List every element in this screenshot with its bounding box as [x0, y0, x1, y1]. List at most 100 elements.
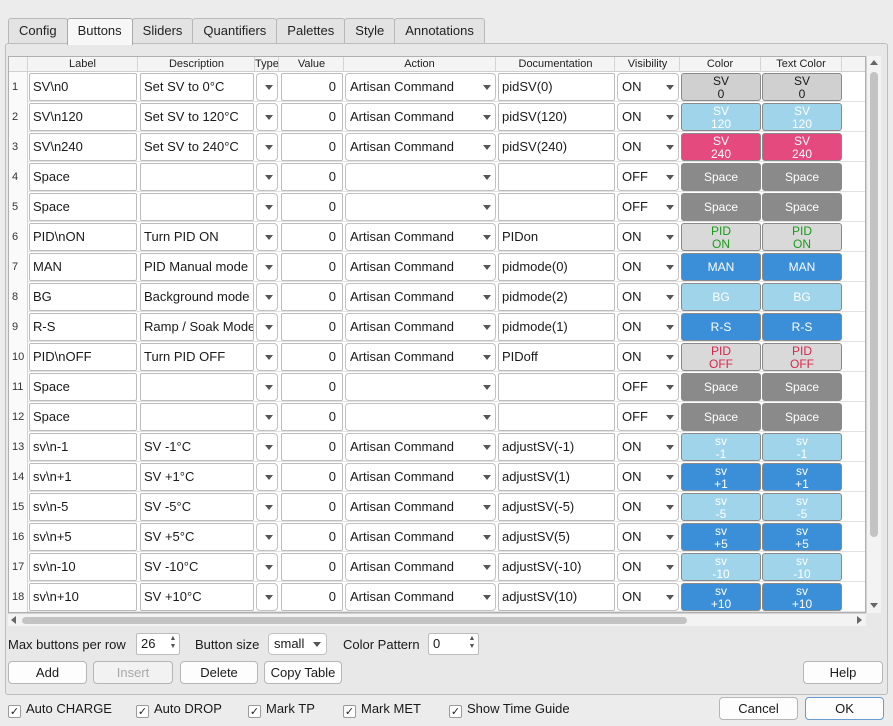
label-field[interactable]: Space: [29, 403, 137, 431]
label-field[interactable]: MAN: [29, 253, 137, 281]
column-header-documentation[interactable]: Documentation: [497, 57, 615, 72]
label-field[interactable]: Space: [29, 373, 137, 401]
label-field[interactable]: R-S: [29, 313, 137, 341]
type-select[interactable]: [256, 163, 278, 191]
documentation-field[interactable]: pidmode(0): [498, 253, 615, 281]
text-color-swatch-button[interactable]: SV 240: [762, 133, 842, 161]
visibility-select[interactable]: OFF: [617, 403, 679, 431]
horizontal-scroll-thumb[interactable]: [22, 617, 687, 624]
type-select[interactable]: [256, 463, 278, 491]
type-select[interactable]: [256, 553, 278, 581]
text-color-swatch-button[interactable]: sv -5: [762, 493, 842, 521]
delete-button[interactable]: Delete: [180, 661, 258, 684]
color-swatch-button[interactable]: sv -10: [681, 553, 761, 581]
documentation-field[interactable]: pidmode(2): [498, 283, 615, 311]
tab-style[interactable]: Style: [344, 18, 396, 44]
label-field[interactable]: Space: [29, 163, 137, 191]
checkmark-icon[interactable]: ✓: [248, 705, 261, 718]
tab-annotations[interactable]: Annotations: [394, 18, 485, 44]
value-field[interactable]: 0: [281, 343, 343, 371]
description-field[interactable]: [140, 373, 254, 401]
visibility-select[interactable]: OFF: [617, 193, 679, 221]
value-field[interactable]: 0: [281, 403, 343, 431]
type-select[interactable]: [256, 193, 278, 221]
action-select[interactable]: [345, 373, 496, 401]
text-color-swatch-button[interactable]: sv +1: [762, 463, 842, 491]
text-color-swatch-button[interactable]: R-S: [762, 313, 842, 341]
description-field[interactable]: Set SV to 0°C: [140, 73, 254, 101]
documentation-field[interactable]: pidSV(120): [498, 103, 615, 131]
description-field[interactable]: SV +5°C: [140, 523, 254, 551]
color-swatch-button[interactable]: sv -5: [681, 493, 761, 521]
color-swatch-button[interactable]: SV 240: [681, 133, 761, 161]
description-field[interactable]: Set SV to 120°C: [140, 103, 254, 131]
checkmark-icon[interactable]: ✓: [343, 705, 356, 718]
checkmark-icon[interactable]: ✓: [449, 705, 462, 718]
text-color-swatch-button[interactable]: Space: [762, 193, 842, 221]
vertical-scrollbar[interactable]: [866, 56, 881, 613]
documentation-field[interactable]: adjustSV(-10): [498, 553, 615, 581]
button-size-select[interactable]: small: [268, 633, 327, 655]
documentation-field[interactable]: pidmode(1): [498, 313, 615, 341]
value-field[interactable]: 0: [281, 193, 343, 221]
text-color-swatch-button[interactable]: PID OFF: [762, 343, 842, 371]
color-swatch-button[interactable]: R-S: [681, 313, 761, 341]
visibility-select[interactable]: ON: [617, 223, 679, 251]
description-field[interactable]: Ramp / Soak Mode: [140, 313, 254, 341]
description-field[interactable]: SV -10°C: [140, 553, 254, 581]
color-swatch-button[interactable]: sv +1: [681, 463, 761, 491]
value-field[interactable]: 0: [281, 283, 343, 311]
value-field[interactable]: 0: [281, 253, 343, 281]
type-select[interactable]: [256, 133, 278, 161]
action-select[interactable]: [345, 193, 496, 221]
type-select[interactable]: [256, 403, 278, 431]
checkmark-icon[interactable]: ✓: [8, 705, 21, 718]
color-swatch-button[interactable]: sv +5: [681, 523, 761, 551]
documentation-field[interactable]: adjustSV(5): [498, 523, 615, 551]
color-swatch-button[interactable]: sv -1: [681, 433, 761, 461]
action-select[interactable]: Artisan Command: [345, 493, 496, 521]
text-color-swatch-button[interactable]: sv +5: [762, 523, 842, 551]
documentation-field[interactable]: [498, 193, 615, 221]
description-field[interactable]: Turn PID OFF: [140, 343, 254, 371]
action-select[interactable]: Artisan Command: [345, 463, 496, 491]
spin-arrows-icon[interactable]: ▲ ▼: [467, 635, 477, 653]
visibility-select[interactable]: ON: [617, 553, 679, 581]
column-header-text-color[interactable]: Text Color: [761, 57, 842, 72]
description-field[interactable]: [140, 403, 254, 431]
type-select[interactable]: [256, 253, 278, 281]
documentation-field[interactable]: [498, 163, 615, 191]
description-field[interactable]: [140, 163, 254, 191]
cancel-button[interactable]: Cancel: [719, 697, 798, 720]
scroll-left-arrow[interactable]: [11, 616, 16, 624]
description-field[interactable]: Turn PID ON: [140, 223, 254, 251]
action-select[interactable]: Artisan Command: [345, 343, 496, 371]
add-button[interactable]: Add: [8, 661, 87, 684]
horizontal-scrollbar[interactable]: [8, 613, 866, 626]
documentation-field[interactable]: adjustSV(-5): [498, 493, 615, 521]
color-swatch-button[interactable]: Space: [681, 403, 761, 431]
label-field[interactable]: sv\n+1: [29, 463, 137, 491]
type-select[interactable]: [256, 493, 278, 521]
type-select[interactable]: [256, 313, 278, 341]
spin-arrows-icon[interactable]: ▲ ▼: [168, 635, 178, 653]
tab-sliders[interactable]: Sliders: [131, 18, 194, 44]
label-field[interactable]: sv\n+5: [29, 523, 137, 551]
color-swatch-button[interactable]: SV 120: [681, 103, 761, 131]
tab-buttons[interactable]: Buttons: [66, 18, 133, 45]
description-field[interactable]: SV -5°C: [140, 493, 254, 521]
value-field[interactable]: 0: [281, 133, 343, 161]
visibility-select[interactable]: OFF: [617, 373, 679, 401]
visibility-select[interactable]: OFF: [617, 163, 679, 191]
documentation-field[interactable]: [498, 373, 615, 401]
type-select[interactable]: [256, 343, 278, 371]
checkmark-icon[interactable]: ✓: [136, 705, 149, 718]
label-field[interactable]: sv\n-1: [29, 433, 137, 461]
tab-quantifiers[interactable]: Quantifiers: [192, 18, 278, 44]
action-select[interactable]: [345, 403, 496, 431]
column-header-label[interactable]: Label: [28, 57, 138, 72]
visibility-select[interactable]: ON: [617, 463, 679, 491]
text-color-swatch-button[interactable]: SV 120: [762, 103, 842, 131]
visibility-select[interactable]: ON: [617, 433, 679, 461]
text-color-swatch-button[interactable]: sv -1: [762, 433, 842, 461]
